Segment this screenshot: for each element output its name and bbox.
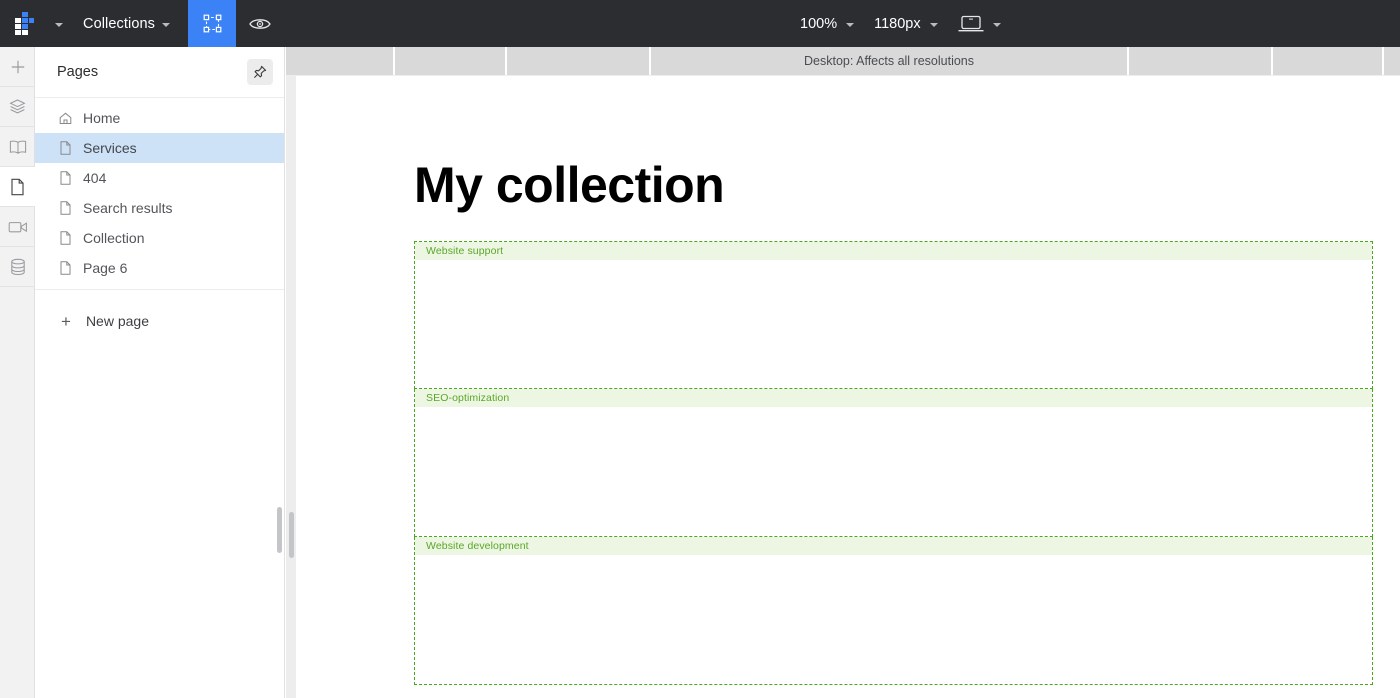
page-icon xyxy=(11,178,24,195)
breakpoint-segment[interactable] xyxy=(1273,47,1384,75)
rail-library-button[interactable] xyxy=(0,127,35,167)
block-header: SEO-optimization xyxy=(415,389,1372,407)
rail-video-button[interactable] xyxy=(0,207,35,247)
page-item-home[interactable]: Home xyxy=(35,103,284,133)
collections-label: Collections xyxy=(83,15,156,32)
page-item-label: Search results xyxy=(83,200,173,216)
page-heading: My collection xyxy=(414,157,725,213)
plus-icon: + xyxy=(61,311,71,331)
book-icon xyxy=(9,140,26,154)
pages-panel-scrollbar[interactable] xyxy=(277,507,282,553)
add-icon xyxy=(11,60,24,73)
chevron-down-icon xyxy=(162,22,171,27)
block-header: Website development xyxy=(415,537,1372,555)
zoom-level-value: 100% xyxy=(800,15,838,32)
page-item-label: Services xyxy=(83,140,137,156)
canvas-width-selector[interactable]: 1180px xyxy=(864,0,948,47)
page-icon xyxy=(59,171,72,186)
breakpoint-segment-desktop[interactable]: Desktop: Affects all resolutions xyxy=(651,47,1129,75)
page-item-page-6[interactable]: Page 6 xyxy=(35,253,284,283)
pages-panel: Pages Home Services 404 Search results C… xyxy=(35,47,285,698)
new-page-button[interactable]: + New page xyxy=(35,306,284,336)
breakpoint-segment[interactable] xyxy=(1129,47,1273,75)
breakpoint-segment[interactable] xyxy=(395,47,507,75)
page-blocks: Website support SEO-optimization Website… xyxy=(414,241,1373,685)
rail-add-button[interactable] xyxy=(0,47,35,87)
top-toolbar-right: 100% 1180px xyxy=(790,0,1011,47)
block-label: SEO-optimization xyxy=(426,392,510,404)
page-item-label: Page 6 xyxy=(83,260,128,276)
page-block-website-support[interactable]: Website support xyxy=(414,241,1373,389)
page-block-seo-optimization[interactable]: SEO-optimization xyxy=(414,389,1373,537)
page-item-label: Home xyxy=(83,110,121,126)
pin-icon xyxy=(254,65,267,78)
pages-panel-header: Pages xyxy=(35,47,284,98)
tilda-logo-icon xyxy=(15,11,34,35)
page-item-services[interactable]: Services xyxy=(35,133,284,163)
select-tool-button[interactable] xyxy=(188,0,237,47)
left-icon-rail xyxy=(0,47,35,698)
breakpoint-segment[interactable] xyxy=(286,47,395,75)
pin-panel-button[interactable] xyxy=(247,59,273,85)
selection-frame-icon xyxy=(203,14,221,33)
canvas-area: Desktop: Affects all resolutions My coll… xyxy=(286,47,1400,698)
chevron-down-icon xyxy=(846,22,855,27)
layers-icon xyxy=(9,99,26,114)
page-icon xyxy=(59,141,72,156)
pages-panel-title: Pages xyxy=(57,64,99,80)
breakpoint-segment[interactable] xyxy=(507,47,651,75)
block-label: Website support xyxy=(426,245,504,257)
new-page-label: New page xyxy=(85,313,149,329)
page-preview-surface: My collection Website support SEO-optimi… xyxy=(296,76,1400,698)
chevron-down-icon xyxy=(55,22,63,27)
page-item-label: 404 xyxy=(83,170,107,186)
page-icon xyxy=(59,201,72,216)
page-item-search-results[interactable]: Search results xyxy=(35,193,284,223)
chevron-down-icon xyxy=(929,22,938,27)
block-header: Website support xyxy=(415,242,1372,260)
chevron-down-icon xyxy=(992,22,1001,27)
rail-pages-button[interactable] xyxy=(0,167,35,207)
app-logo[interactable] xyxy=(0,0,48,47)
page-block-website-development[interactable]: Website development xyxy=(414,537,1373,685)
page-item-collection[interactable]: Collection xyxy=(35,223,284,253)
top-toolbar: Collections 100% 1180px xyxy=(0,0,1400,47)
breakpoint-bar: Desktop: Affects all resolutions xyxy=(286,47,1400,75)
block-label: Website development xyxy=(426,540,529,552)
rail-database-button[interactable] xyxy=(0,247,35,287)
database-icon xyxy=(10,258,25,275)
eye-icon xyxy=(249,18,271,29)
breakpoint-segment[interactable] xyxy=(1384,47,1400,75)
page-icon xyxy=(59,231,72,246)
page-item-404[interactable]: 404 xyxy=(35,163,284,193)
logo-menu-toggle[interactable] xyxy=(48,0,69,47)
laptop-icon xyxy=(958,15,984,31)
canvas-width-value: 1180px xyxy=(874,15,921,32)
preview-button[interactable] xyxy=(236,0,284,47)
collections-menu[interactable]: Collections xyxy=(69,0,188,47)
home-icon xyxy=(59,111,72,126)
device-selector[interactable] xyxy=(948,0,1011,47)
pages-list: Home Services 404 Search results Collect… xyxy=(35,98,284,290)
breakpoint-label: Desktop: Affects all resolutions xyxy=(804,54,974,68)
canvas-scrollbar[interactable] xyxy=(289,512,294,558)
page-icon xyxy=(59,261,72,276)
page-item-label: Collection xyxy=(83,230,145,246)
zoom-level-selector[interactable]: 100% xyxy=(790,0,864,47)
video-icon xyxy=(8,221,27,232)
rail-layers-button[interactable] xyxy=(0,87,35,127)
